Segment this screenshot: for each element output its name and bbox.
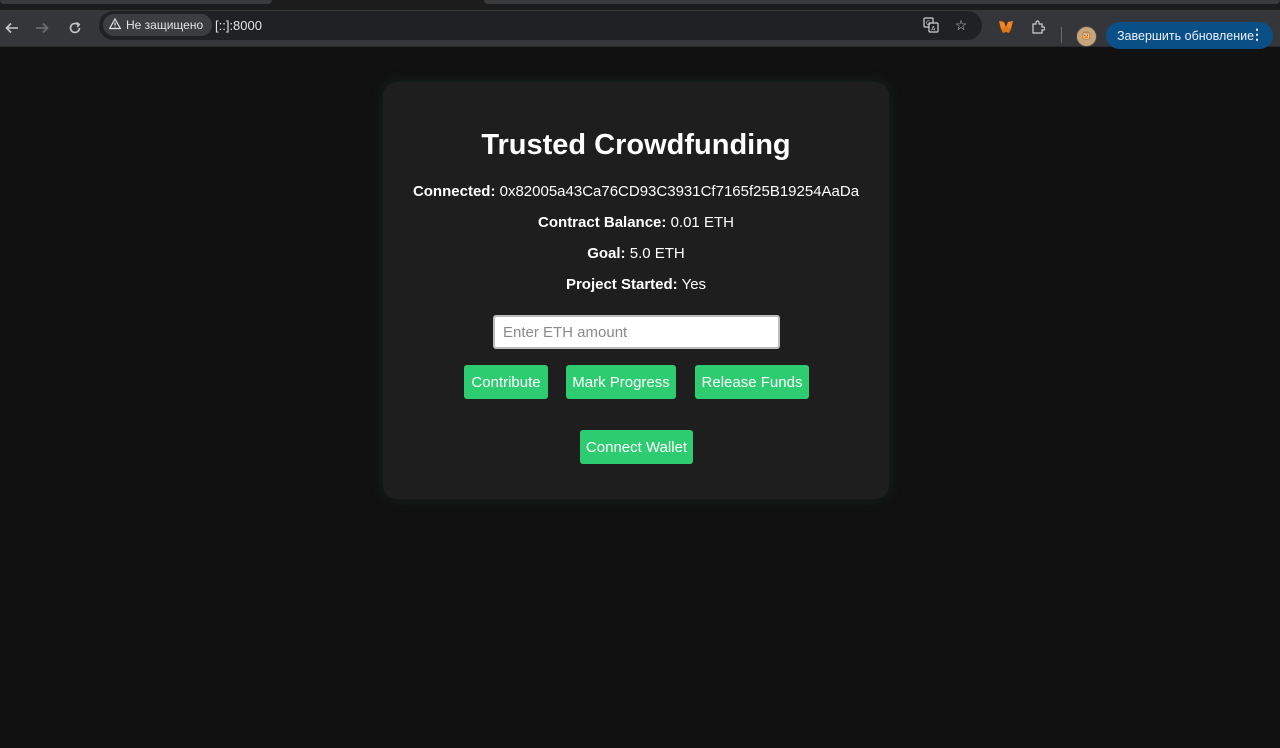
project-started-line: Project Started: Yes bbox=[383, 276, 889, 293]
balance-line: Contract Balance: 0.01 ETH bbox=[383, 214, 889, 231]
page-title: Trusted Crowdfunding bbox=[481, 129, 791, 161]
metamask-icon[interactable] bbox=[995, 16, 1017, 38]
reload-icon[interactable] bbox=[63, 16, 87, 40]
tab-strip bbox=[0, 0, 1280, 10]
release-funds-button[interactable]: Release Funds bbox=[695, 365, 809, 399]
project-started-label: Project Started: bbox=[565, 276, 678, 293]
tab-other[interactable] bbox=[484, 0, 1280, 4]
translate-icon[interactable]: GA bbox=[921, 15, 941, 35]
connected-line: Connected: 0x82005a43Ca76CD93C3931Cf7165… bbox=[383, 183, 889, 200]
connected-label: Connected: bbox=[412, 183, 496, 200]
mark-progress-button[interactable]: Mark Progress bbox=[566, 365, 676, 399]
balance-label: Contract Balance: bbox=[538, 214, 667, 231]
profile-avatar[interactable]: 🐵 bbox=[1076, 26, 1097, 47]
address-bar[interactable]: Не защищено [::]:8000 GA ☆ bbox=[99, 11, 982, 40]
connected-address: 0x82005a43Ca76CD93C3931Cf7165f25B19254Aa… bbox=[499, 183, 860, 200]
warning-icon bbox=[108, 17, 122, 33]
update-button[interactable]: Завершить обновление ⋮ bbox=[1106, 22, 1273, 49]
security-label: Не защищено bbox=[126, 18, 204, 32]
project-started-value: Yes bbox=[681, 276, 707, 293]
star-icon[interactable]: ☆ bbox=[951, 15, 971, 35]
tab-active[interactable] bbox=[0, 0, 272, 4]
eth-amount-input[interactable] bbox=[493, 315, 780, 349]
forward-icon[interactable] bbox=[30, 16, 54, 40]
security-chip[interactable]: Не защищено bbox=[103, 14, 213, 36]
goal-line: Goal: 5.0 ETH bbox=[383, 245, 889, 262]
url-text[interactable]: [::]:8000 bbox=[215, 18, 262, 33]
back-icon[interactable] bbox=[0, 16, 24, 40]
browser-toolbar: Не защищено [::]:8000 GA ☆ 🐵 Завершить о… bbox=[0, 10, 1280, 49]
balance-value: 0.01 ETH bbox=[670, 214, 734, 231]
puzzle-icon[interactable] bbox=[1027, 16, 1049, 38]
crowdfunding-card: Trusted Crowdfunding Connected: 0x82005a… bbox=[383, 82, 889, 499]
contribute-button[interactable]: Contribute bbox=[464, 365, 548, 399]
update-button-label: Завершить обновление bbox=[1117, 28, 1255, 43]
more-vert-icon[interactable]: ⋮ bbox=[1250, 26, 1264, 43]
goal-value: 5.0 ETH bbox=[629, 245, 685, 262]
connect-wallet-button[interactable]: Connect Wallet bbox=[580, 430, 693, 464]
toolbar-divider bbox=[1061, 27, 1062, 43]
goal-label: Goal: bbox=[587, 245, 626, 262]
